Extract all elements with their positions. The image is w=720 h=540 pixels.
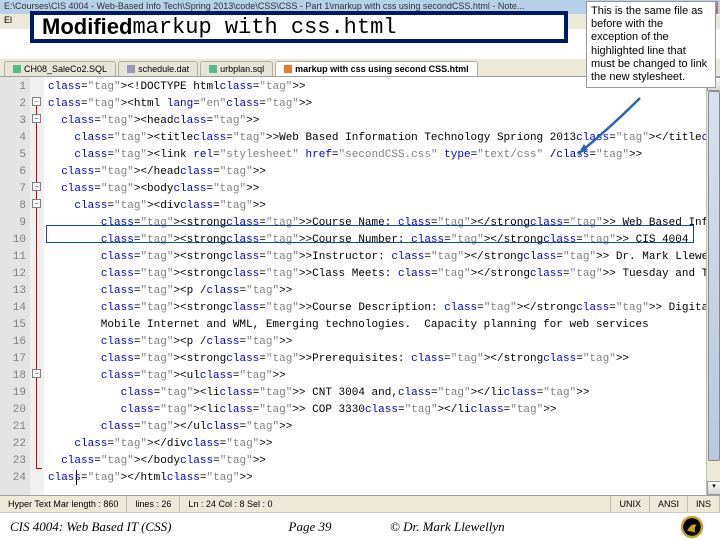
- sql-icon: [13, 65, 21, 73]
- status-bar: Hyper Text Mar length : 860 lines : 26 L…: [0, 495, 720, 512]
- text-cursor: [76, 470, 77, 485]
- title-mono: markup with css.html: [132, 15, 396, 40]
- window-title: E:\Courses\CIS 4004 - Web-Based Info Tec…: [4, 1, 524, 11]
- slide-footer: CIS 4004: Web Based IT (CSS) Page 39 © D…: [0, 512, 720, 540]
- status-position: Ln : 24 Col : 8 Sel : 0: [180, 496, 611, 512]
- status-lines: lines : 26: [127, 496, 180, 512]
- code-area[interactable]: class="tag"><!DOCTYPE htmlclass="tag">>c…: [44, 77, 720, 495]
- tab-file-active[interactable]: markup with css using second CSS.html: [275, 61, 478, 76]
- scroll-thumb[interactable]: [708, 91, 720, 461]
- tab-file[interactable]: schedule.dat: [118, 61, 198, 76]
- vertical-scrollbar[interactable]: ▴ ▾: [706, 77, 720, 495]
- html-icon: [284, 65, 292, 73]
- tab-file[interactable]: CH08_SaleCo2.SQL: [4, 61, 116, 76]
- tab-file[interactable]: urbplan.sql: [200, 61, 273, 76]
- fold-toggle[interactable]: −: [32, 97, 41, 106]
- status-length: Hyper Text Mar length : 860: [0, 496, 127, 512]
- fold-toggle[interactable]: −: [32, 182, 41, 191]
- ucf-pegasus-logo: [674, 515, 710, 539]
- footer-course: CIS 4004: Web Based IT (CSS): [10, 519, 230, 535]
- sql-icon: [209, 65, 217, 73]
- fold-toggle[interactable]: −: [32, 114, 41, 123]
- scroll-down-button[interactable]: ▾: [707, 481, 720, 495]
- fold-toggle[interactable]: −: [32, 369, 41, 378]
- status-insert-mode: INS: [688, 496, 720, 512]
- slide-title-overlay: Modified markup with css.html: [30, 11, 568, 43]
- footer-copyright: © Dr. Mark Llewellyn: [390, 519, 674, 535]
- line-gutter: 123456789101112131415161718192021222324: [0, 77, 30, 495]
- status-codepage: ANSI: [650, 496, 688, 512]
- annotation-callout: This is the same file as before with the…: [586, 1, 716, 88]
- fold-column[interactable]: − − − − −: [30, 77, 44, 495]
- file-icon: [127, 65, 135, 73]
- title-bold: Modified: [42, 14, 132, 40]
- status-encoding: UNIX: [611, 496, 650, 512]
- footer-page: Page 39: [230, 519, 390, 535]
- code-editor[interactable]: 123456789101112131415161718192021222324 …: [0, 77, 720, 495]
- fold-toggle[interactable]: −: [32, 199, 41, 208]
